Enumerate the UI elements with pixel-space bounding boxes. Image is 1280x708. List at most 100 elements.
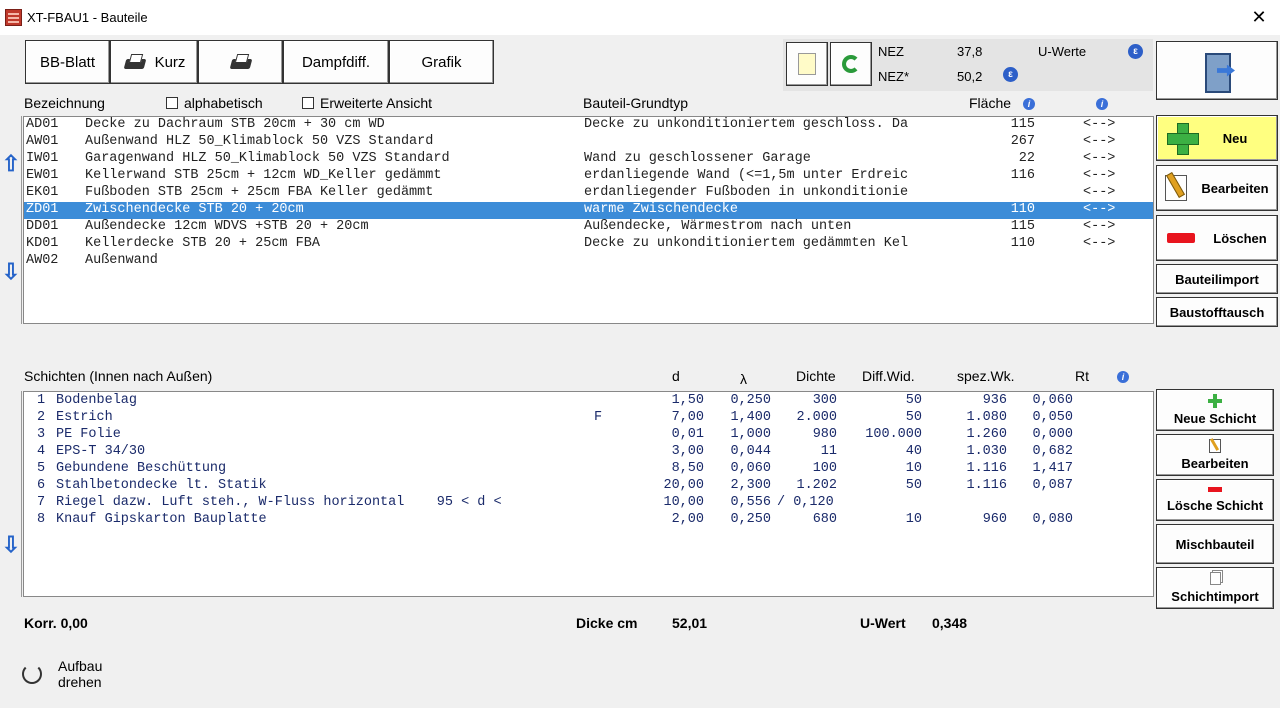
- loesche-schicht-button[interactable]: Lösche Schicht: [1156, 479, 1274, 521]
- schicht-row[interactable]: 2 Estrich F 7,00 1,400 2.000 50 1.080 0,050: [24, 410, 1153, 427]
- nez2-info-icon[interactable]: ε: [1003, 67, 1018, 82]
- schicht-row[interactable]: 8 Knauf Gipskarton Bauplatte 2,00 0,250 680 1…: [24, 512, 1153, 529]
- arrow-down-icon[interactable]: ⇩: [0, 258, 22, 286]
- bauteil-arrow: <-->: [1083, 168, 1116, 183]
- print-button[interactable]: [198, 40, 283, 84]
- kurz-print-button[interactable]: Kurz: [110, 40, 198, 84]
- d-header: d: [672, 368, 680, 384]
- schicht-dichte: 680: [812, 512, 837, 527]
- dicke-label: Dicke cm: [576, 615, 638, 631]
- bauteil-flaeche: 115: [1010, 117, 1035, 132]
- bauteil-arrow: <-->: [1083, 151, 1116, 166]
- schicht-rt: 0,050: [1032, 410, 1073, 425]
- schicht-nr: 6: [37, 478, 46, 493]
- schicht-name: Riegel dazw. Luft steh., W-Fluss horizon…: [56, 495, 502, 510]
- kurz-label: Kurz: [154, 53, 186, 71]
- bauteil-code: AW01: [26, 134, 59, 149]
- bauteil-name: Decke zu Dachraum STB 20cm + 30 cm WD: [85, 117, 385, 132]
- uwerte-info-icon[interactable]: ε: [1128, 44, 1143, 59]
- app-brick-icon: [5, 9, 22, 26]
- exit-button[interactable]: [1156, 41, 1278, 100]
- bauteil-row[interactable]: DD01 Außendecke 12cm WDVS +STB 20 + 20cm A…: [24, 219, 1153, 236]
- bauteile-scrollbar[interactable]: [0, 116, 22, 324]
- schicht-row[interactable]: 6 Stahlbetondecke lt. Statik 20,00 2,300 1.2…: [24, 478, 1153, 495]
- mischbauteil-button[interactable]: Mischbauteil: [1156, 524, 1274, 564]
- bauteil-row[interactable]: IW01 Garagenwand HLZ 50_Klimablock 50 VZS…: [24, 151, 1153, 168]
- schicht-row[interactable]: 7 Riegel dazw. Luft steh., W-Fluss horizo…: [24, 495, 1153, 512]
- bauteil-name: Kellerwand STB 25cm + 12cm WD_Keller ged…: [85, 168, 442, 183]
- neu-button[interactable]: Neu: [1156, 115, 1278, 161]
- bauteil-name: Garagenwand HLZ 50_Klimablock 50 VZS Sta…: [85, 151, 450, 166]
- bauteil-row[interactable]: EW01 Kellerwand STB 25cm + 12cm WD_Keller…: [24, 168, 1153, 185]
- loeschen-button[interactable]: Löschen: [1156, 215, 1278, 261]
- schicht-rt: 1,417: [1032, 461, 1073, 476]
- bauteil-flaeche: 116: [1010, 168, 1035, 183]
- baustofftausch-button[interactable]: Baustofftausch: [1156, 297, 1278, 327]
- bauteil-name: Fußboden STB 25cm + 25cm FBA Keller gedä…: [85, 185, 434, 200]
- bauteil-arrow: <-->: [1083, 117, 1116, 132]
- bearbeiten-schicht-button[interactable]: Bearbeiten: [1156, 434, 1274, 476]
- arrow-info-icon[interactable]: i: [1096, 98, 1108, 110]
- bauteil-row[interactable]: ZD01 Zwischendecke STB 20 + 20cm warme Zwi…: [24, 202, 1153, 219]
- schichten-list[interactable]: 1 Bodenbelag 1,50 0,250 300 50 936 0,060 2 Estric…: [23, 391, 1154, 597]
- grundtyp-header: Bauteil-Grundtyp: [583, 95, 689, 111]
- note-button[interactable]: [786, 42, 828, 86]
- schicht-row[interactable]: 1 Bodenbelag 1,50 0,250 300 50 936 0,060: [24, 393, 1153, 410]
- bauteil-name: Außenwand: [85, 253, 158, 268]
- refresh-button[interactable]: [830, 42, 872, 86]
- schicht-spez: 1.116: [966, 461, 1007, 476]
- bauteil-row[interactable]: AW02 Außenwand: [24, 253, 1153, 270]
- alphabetisch-label: alphabetisch: [184, 95, 263, 111]
- schicht-d: 8,50: [671, 461, 704, 476]
- schicht-spez: 1.080: [966, 410, 1007, 425]
- schicht-d: 7,00: [671, 410, 704, 425]
- plus-icon: [1166, 123, 1199, 155]
- checkbox-box[interactable]: [166, 97, 178, 109]
- arrow-up-icon[interactable]: ⇧: [0, 150, 22, 178]
- schicht-rt: 0,087: [1032, 478, 1073, 493]
- bauteil-row[interactable]: AW01 Außenwand HLZ 50_Klimablock 50 VZS S…: [24, 134, 1153, 151]
- schichtimport-button[interactable]: Schichtimport: [1156, 567, 1274, 609]
- schicht-row[interactable]: 3 PE Folie 0,01 1,000 980 100.000 1.260 0,000: [24, 427, 1153, 444]
- schicht-spez: 1.116: [966, 478, 1007, 493]
- alphabetisch-checkbox[interactable]: alphabetisch: [166, 95, 263, 111]
- neue-schicht-label: Neue Schicht: [1173, 411, 1257, 426]
- rt-info-icon[interactable]: i: [1117, 371, 1129, 383]
- bb-blatt-button[interactable]: BB-Blatt: [25, 40, 110, 84]
- dampfdiff-button[interactable]: Dampfdiff.: [283, 40, 389, 84]
- bauteil-row[interactable]: KD01 Kellerdecke STB 20 + 25cm FBA Decke z…: [24, 236, 1153, 253]
- bauteile-list[interactable]: AD01 Decke zu Dachraum STB 20cm + 30 cm W…: [23, 116, 1154, 324]
- aufbau-drehen-button[interactable]: Aufbau drehen: [22, 658, 102, 690]
- arrow-down-icon[interactable]: ⇩: [0, 531, 22, 559]
- bauteilimport-label: Bauteilimport: [1175, 271, 1259, 287]
- schicht-flag: F: [594, 410, 603, 425]
- erweiterte-checkbox[interactable]: Erweiterte Ansicht: [302, 95, 432, 111]
- aufbau-drehen-text: Aufbau drehen: [58, 658, 102, 690]
- schicht-d: 1,50: [671, 393, 704, 408]
- schicht-rt: 0,000: [1032, 427, 1073, 442]
- schicht-name: Stahlbetondecke lt. Statik: [56, 478, 267, 493]
- bearbeiten-button[interactable]: Bearbeiten: [1156, 165, 1278, 211]
- schicht-row[interactable]: 5 Gebundene Beschüttung 8,50 0,060 100 10 1.11…: [24, 461, 1153, 478]
- bauteil-row[interactable]: EK01 Fußboden STB 25cm + 25cm FBA Keller …: [24, 185, 1153, 202]
- schicht-dichte: 100: [812, 461, 837, 476]
- schicht-diff: 10: [905, 512, 922, 527]
- bearbeiten-schicht-label: Bearbeiten: [1181, 456, 1249, 471]
- schicht-diff: 50: [905, 410, 922, 425]
- bauteil-code: IW01: [26, 151, 59, 166]
- bauteil-code: EK01: [26, 185, 59, 200]
- bauteil-code: KD01: [26, 236, 59, 251]
- flaeche-info-icon[interactable]: i: [1023, 98, 1035, 110]
- grafik-button[interactable]: Grafik: [389, 40, 494, 84]
- schicht-row[interactable]: 4 EPS-T 34/30 3,00 0,044 11 40 1.030 0,682: [24, 444, 1153, 461]
- close-icon[interactable]: ✕: [1244, 4, 1274, 30]
- checkbox-box[interactable]: [302, 97, 314, 109]
- loeschen-label: Löschen: [1213, 230, 1267, 246]
- rotate-icon: [22, 664, 42, 684]
- bauteil-row[interactable]: AD01 Decke zu Dachraum STB 20cm + 30 cm W…: [24, 117, 1153, 134]
- schichten-scrollbar[interactable]: [0, 391, 22, 597]
- bb-blatt-label: BB-Blatt: [39, 53, 96, 71]
- neue-schicht-button[interactable]: Neue Schicht: [1156, 389, 1274, 431]
- bauteilimport-button[interactable]: Bauteilimport: [1156, 264, 1278, 294]
- mischbauteil-label: Mischbauteil: [1175, 536, 1255, 552]
